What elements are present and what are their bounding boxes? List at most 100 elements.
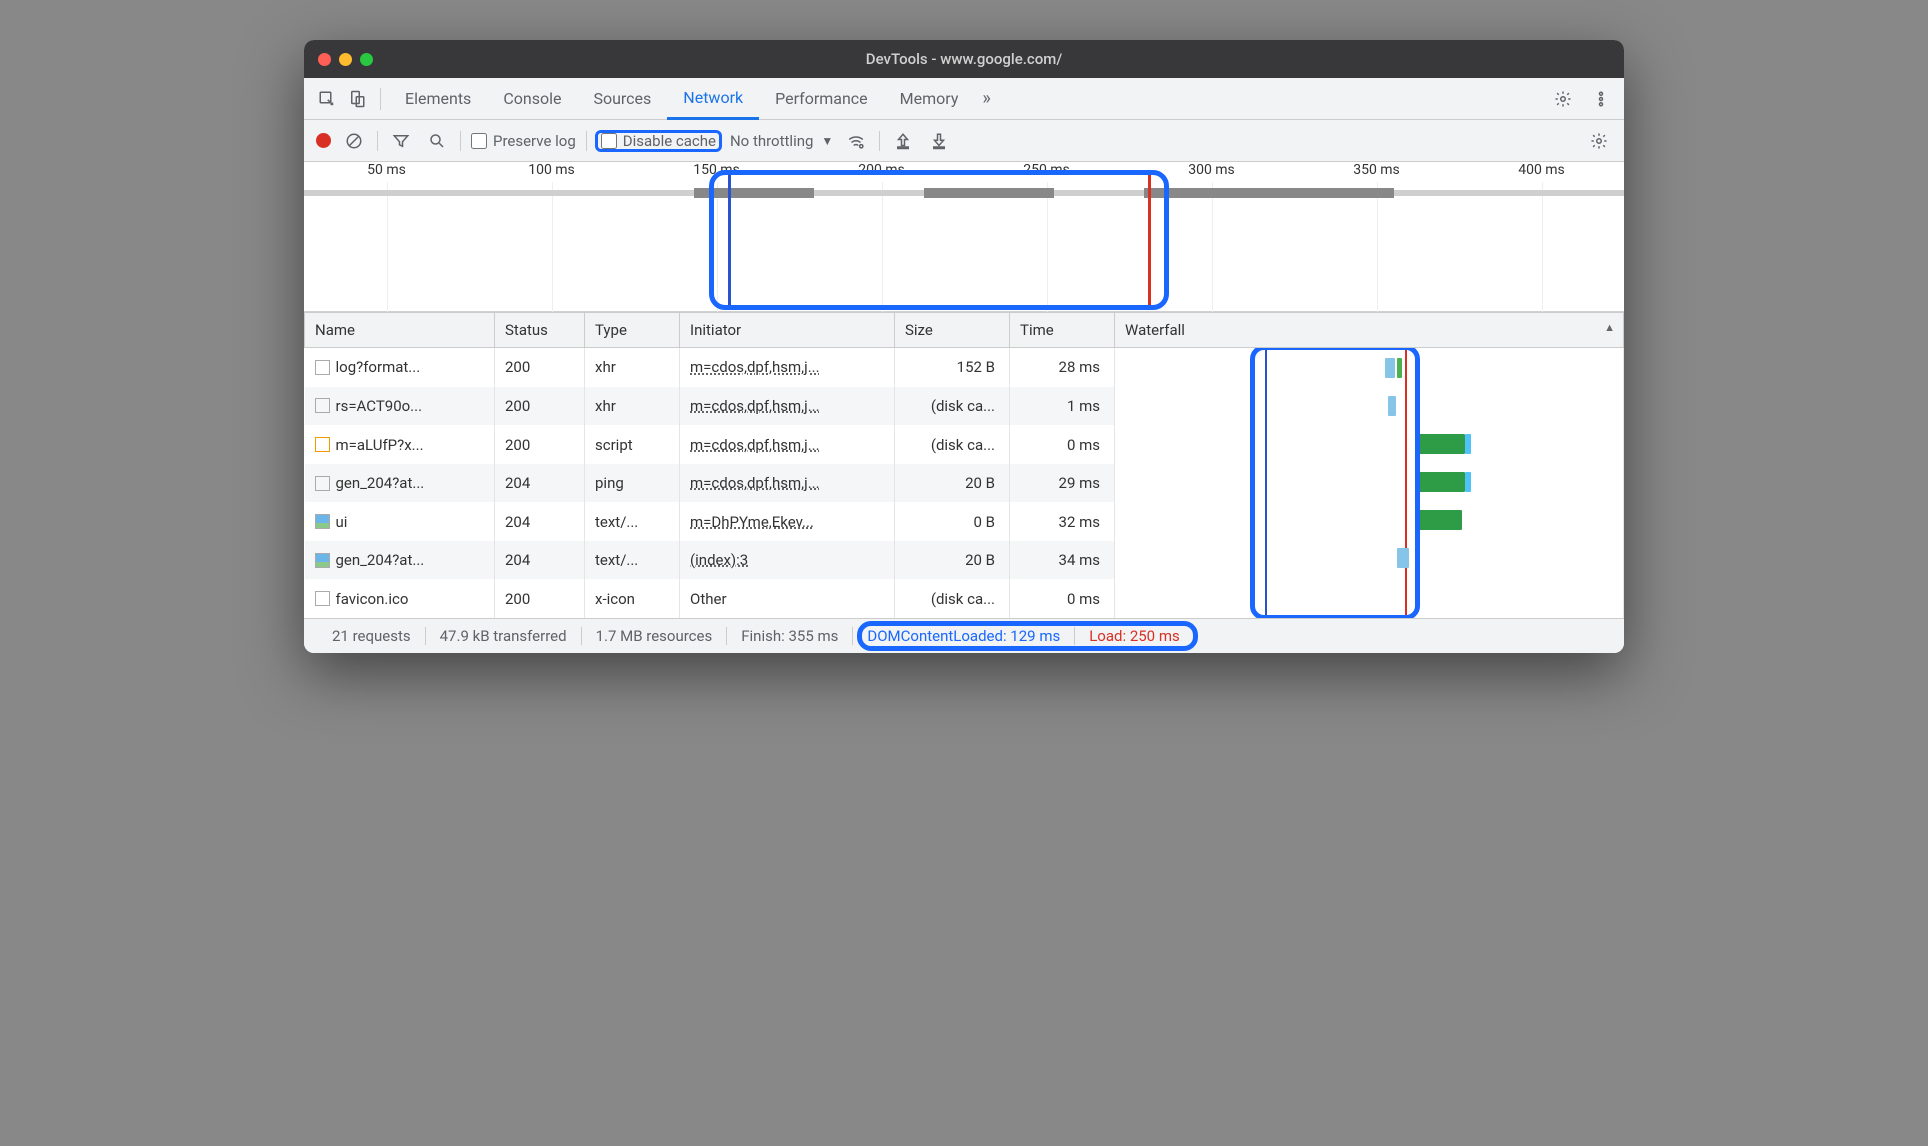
cell-type: ping xyxy=(585,464,680,503)
clear-icon[interactable] xyxy=(341,128,367,154)
initiator-link[interactable]: m=DhPYme,Ekev... xyxy=(690,513,814,531)
request-name: rs=ACT90o... xyxy=(336,397,423,415)
cell-initiator: m=cdos,dpf,hsm,j... xyxy=(680,387,895,426)
initiator-link[interactable]: (index):3 xyxy=(690,551,748,569)
transferred-size: 47.9 kB transferred xyxy=(426,627,582,645)
requests-count: 21 requests xyxy=(318,627,426,645)
annotation-highlight xyxy=(1250,348,1420,619)
request-name: ui xyxy=(336,513,348,531)
waterfall-bar xyxy=(1417,510,1462,530)
inspect-icon[interactable] xyxy=(312,84,342,114)
col-time[interactable]: Time xyxy=(1010,313,1115,348)
tab-sources[interactable]: Sources xyxy=(577,78,667,120)
file-type-icon xyxy=(315,476,330,491)
cell-time: 32 ms xyxy=(1010,502,1115,541)
waterfall-bar xyxy=(1388,396,1396,416)
ruler-tick: 100 ms xyxy=(469,162,634,186)
cell-status: 204 xyxy=(495,502,585,541)
filter-icon[interactable] xyxy=(388,128,414,154)
overview-ruler[interactable]: 50 ms100 ms150 ms200 ms250 ms300 ms350 m… xyxy=(304,162,1624,312)
disable-cache-label: Disable cache xyxy=(623,132,716,150)
cell-status: 200 xyxy=(495,348,585,387)
initiator-link[interactable]: m=cdos,dpf,hsm,j... xyxy=(690,474,820,492)
cell-status: 204 xyxy=(495,541,585,580)
kebab-menu-icon[interactable] xyxy=(1586,84,1616,114)
network-conditions-icon[interactable] xyxy=(843,128,869,154)
cell-initiator: m=DhPYme,Ekev... xyxy=(680,502,895,541)
waterfall-bar xyxy=(1465,472,1471,492)
minimize-icon[interactable] xyxy=(339,53,352,66)
tab-network[interactable]: Network xyxy=(667,78,759,120)
cell-type: text/... xyxy=(585,541,680,580)
annotation-highlight: DOMContentLoaded: 129 ms Load: 250 ms xyxy=(853,627,1193,645)
col-type[interactable]: Type xyxy=(585,313,680,348)
waterfall-bar xyxy=(1465,434,1471,454)
tab-elements[interactable]: Elements xyxy=(389,78,487,120)
ruler-tick: 400 ms xyxy=(1459,162,1624,186)
cell-size: 20 B xyxy=(895,464,1010,503)
cell-type: x-icon xyxy=(585,579,680,618)
cell-status: 200 xyxy=(495,579,585,618)
cell-initiator: m=cdos,dpf,hsm,j... xyxy=(680,348,895,387)
file-type-icon xyxy=(315,553,330,568)
cell-status: 204 xyxy=(495,464,585,503)
device-toggle-icon[interactable] xyxy=(342,84,372,114)
file-type-icon xyxy=(315,360,330,375)
cell-size: (disk ca... xyxy=(895,579,1010,618)
initiator-link[interactable]: m=cdos,dpf,hsm,j... xyxy=(690,358,820,376)
cell-time: 0 ms xyxy=(1010,579,1115,618)
request-name: m=aLUfP?x... xyxy=(336,436,424,454)
col-initiator[interactable]: Initiator xyxy=(680,313,895,348)
initiator-link[interactable]: m=cdos,dpf,hsm,j... xyxy=(690,436,820,454)
finish-time: Finish: 355 ms xyxy=(727,627,853,645)
window-controls xyxy=(304,53,373,66)
search-icon[interactable] xyxy=(424,128,450,154)
cell-status: 200 xyxy=(495,387,585,426)
settings-icon[interactable] xyxy=(1548,84,1578,114)
col-status[interactable]: Status xyxy=(495,313,585,348)
download-har-icon[interactable] xyxy=(926,128,952,154)
file-type-icon xyxy=(315,514,330,529)
initiator-link[interactable]: m=cdos,dpf,hsm,j... xyxy=(690,397,820,415)
col-name[interactable]: Name xyxy=(305,313,495,348)
cell-time: 0 ms xyxy=(1010,425,1115,464)
more-tabs-icon[interactable]: » xyxy=(974,88,998,109)
titlebar: DevTools - www.google.com/ xyxy=(304,40,1624,78)
preserve-log-checkbox[interactable]: Preserve log xyxy=(471,132,576,150)
cell-initiator: m=cdos,dpf,hsm,j... xyxy=(680,464,895,503)
disable-cache-checkbox[interactable]: Disable cache xyxy=(597,132,720,150)
col-size[interactable]: Size xyxy=(895,313,1010,348)
ruler-tick: 350 ms xyxy=(1294,162,1459,186)
waterfall-bar xyxy=(1397,548,1409,568)
cell-type: xhr xyxy=(585,387,680,426)
col-waterfall[interactable]: Waterfall xyxy=(1115,313,1624,348)
waterfall-bar xyxy=(1415,472,1465,492)
tab-console[interactable]: Console xyxy=(487,78,577,120)
requests-table: Name Status Type Initiator Size Time Wat… xyxy=(304,312,1624,618)
cell-type: script xyxy=(585,425,680,464)
network-settings-icon[interactable] xyxy=(1586,128,1612,154)
throttling-label: No throttling xyxy=(730,132,813,150)
throttling-select[interactable]: No throttling▼ xyxy=(730,132,833,150)
cell-status: 200 xyxy=(495,425,585,464)
status-bar: 21 requests 47.9 kB transferred 1.7 MB r… xyxy=(304,618,1624,653)
maximize-icon[interactable] xyxy=(360,53,373,66)
close-icon[interactable] xyxy=(318,53,331,66)
waterfall-column[interactable] xyxy=(1115,348,1624,619)
tab-memory[interactable]: Memory xyxy=(884,78,975,120)
cell-initiator: (index):3 xyxy=(680,541,895,580)
tab-performance[interactable]: Performance xyxy=(759,78,884,120)
table-row[interactable]: log?format...200xhrm=cdos,dpf,hsm,j...15… xyxy=(305,348,1624,387)
cell-size: (disk ca... xyxy=(895,387,1010,426)
load-time: Load: 250 ms xyxy=(1075,627,1194,645)
network-toolbar: Preserve log Disable cache No throttling… xyxy=(304,120,1624,162)
record-button[interactable] xyxy=(316,133,331,148)
cell-time: 28 ms xyxy=(1010,348,1115,387)
upload-har-icon[interactable] xyxy=(890,128,916,154)
separator xyxy=(586,131,587,151)
file-type-icon xyxy=(315,398,330,413)
ruler-tick: 50 ms xyxy=(304,162,469,186)
cell-size: 0 B xyxy=(895,502,1010,541)
separator xyxy=(879,131,880,151)
panel-tabs: ElementsConsoleSourcesNetworkPerformance… xyxy=(304,78,1624,120)
